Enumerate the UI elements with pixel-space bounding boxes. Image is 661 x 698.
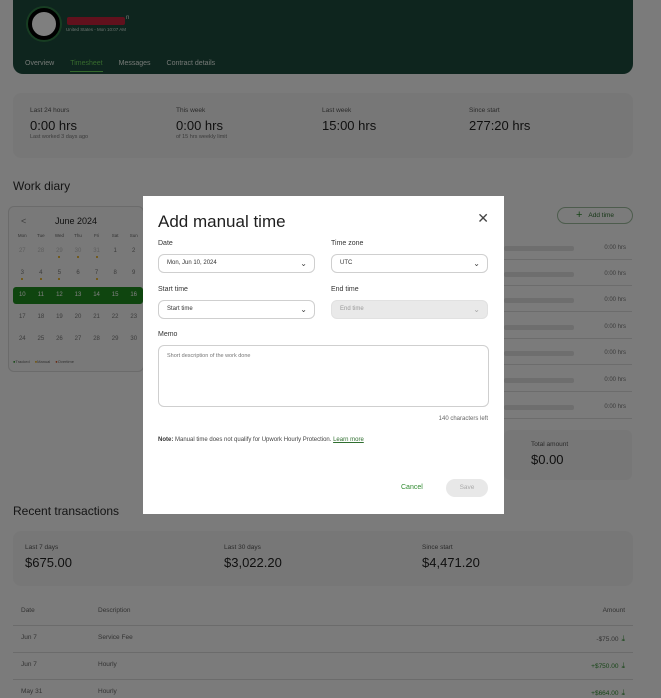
date-value: Mon, Jun 10, 2024 xyxy=(167,260,217,266)
chevron-down-icon: ⌄ xyxy=(473,305,480,314)
save-button: Save xyxy=(446,479,488,497)
learn-more-link[interactable]: Learn more xyxy=(333,437,364,443)
start-time-select[interactable]: Start time ⌄ xyxy=(158,300,315,319)
chevron-down-icon: ⌄ xyxy=(300,305,307,314)
end-time-value: End time xyxy=(340,306,364,312)
memo-label: Memo xyxy=(158,331,178,338)
chevron-down-icon: ⌄ xyxy=(473,259,480,268)
end-time-select: End time ⌄ xyxy=(331,300,488,319)
note-text: Manual time does not qualify for Upwork … xyxy=(173,437,334,443)
cancel-button[interactable]: Cancel xyxy=(401,484,423,491)
note-prefix: Note: xyxy=(158,437,174,443)
date-select[interactable]: Mon, Jun 10, 2024 ⌄ xyxy=(158,254,315,273)
end-time-label: End time xyxy=(331,286,359,293)
start-time-value: Start time xyxy=(167,306,193,312)
timezone-label: Time zone xyxy=(331,240,364,247)
close-icon[interactable]: ✕ xyxy=(477,210,489,227)
characters-left: 140 characters left xyxy=(438,416,488,422)
protection-note: Note: Manual time does not qualify for U… xyxy=(158,437,364,443)
add-manual-time-dialog: Add manual time ✕ Date Mon, Jun 10, 2024… xyxy=(143,196,504,514)
date-label: Date xyxy=(158,240,173,247)
timezone-value: UTC xyxy=(340,260,353,266)
dialog-title: Add manual time xyxy=(158,212,286,231)
memo-textarea[interactable] xyxy=(158,345,489,407)
start-time-label: Start time xyxy=(158,286,188,293)
timezone-select[interactable]: UTC ⌄ xyxy=(331,254,488,273)
chevron-down-icon: ⌄ xyxy=(300,259,307,268)
